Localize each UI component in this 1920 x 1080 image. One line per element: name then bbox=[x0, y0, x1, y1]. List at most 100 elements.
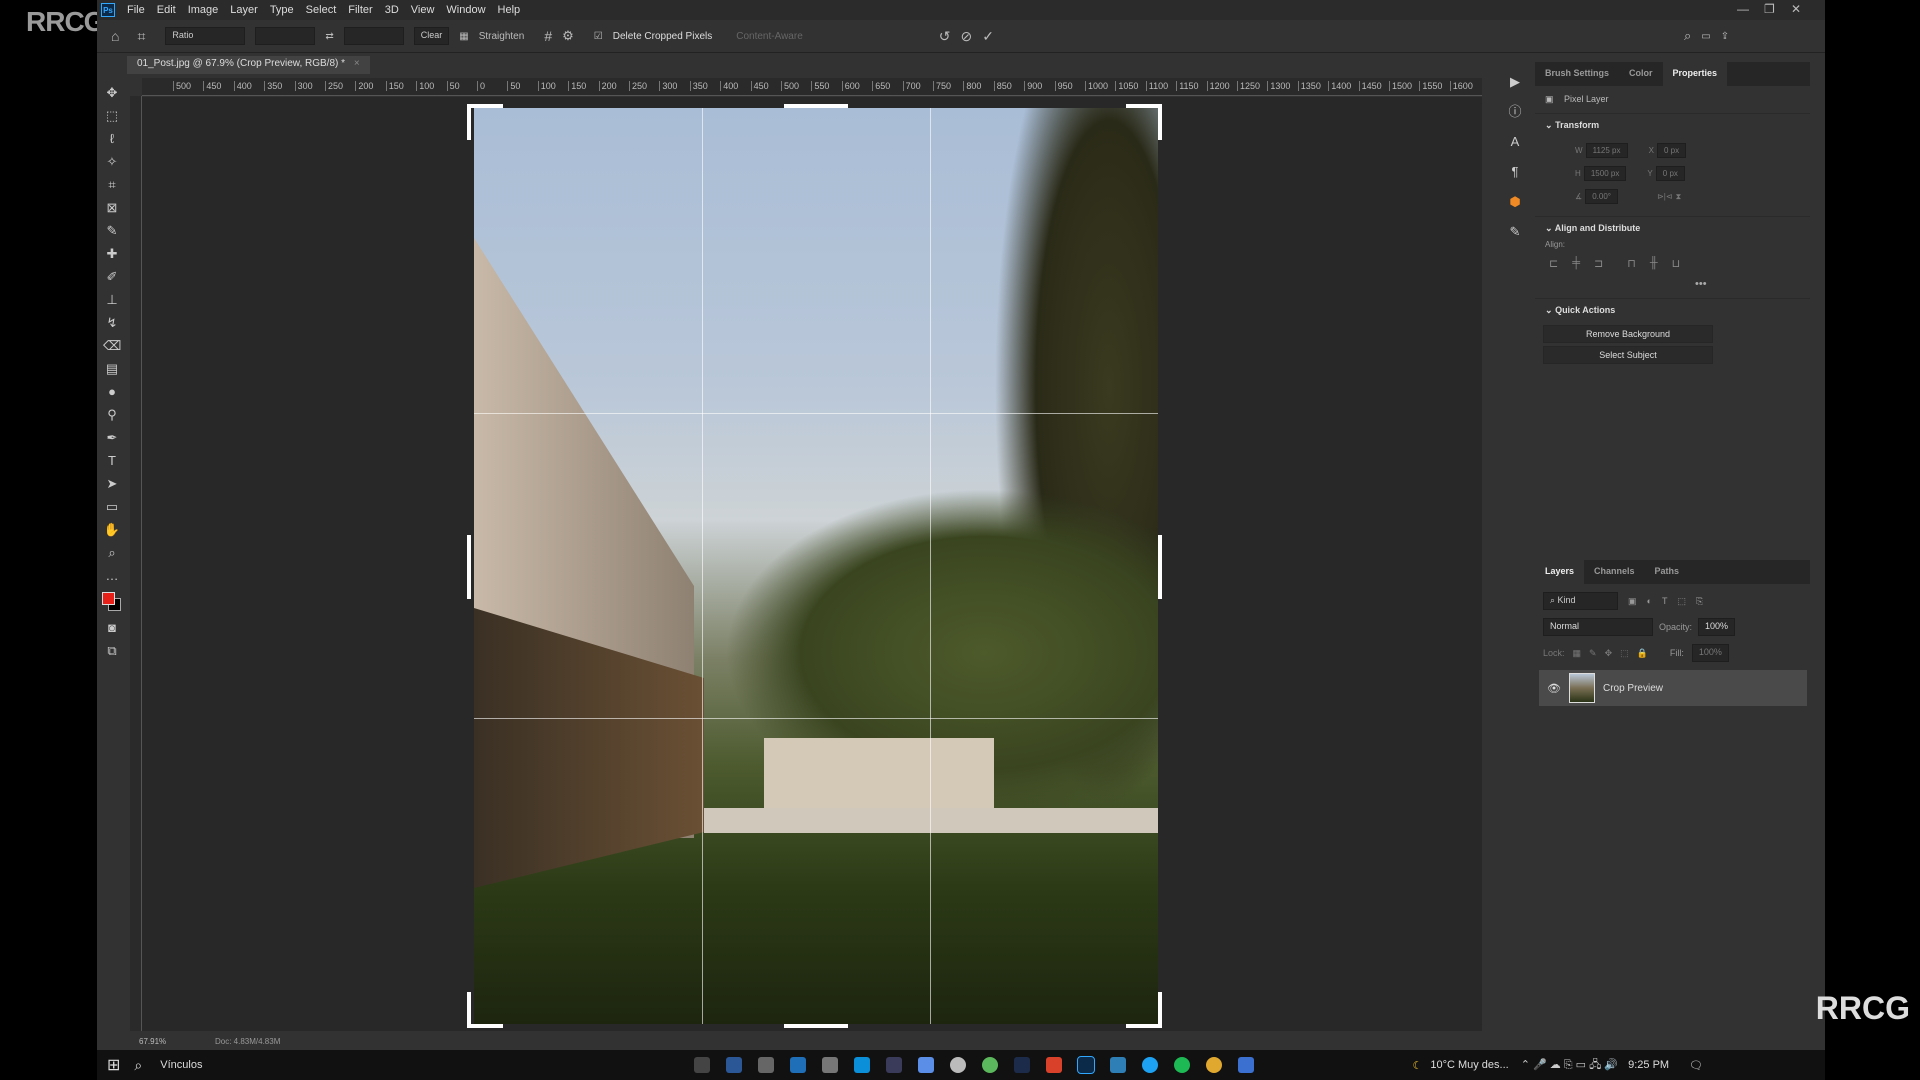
eraser-icon[interactable]: ⌫ bbox=[103, 337, 121, 355]
ratio-select[interactable]: Ratio bbox=[165, 27, 246, 45]
crop-handle-right[interactable] bbox=[1158, 535, 1162, 599]
chrome-icon[interactable] bbox=[1206, 1057, 1223, 1073]
app-icon[interactable] bbox=[1110, 1057, 1127, 1073]
ratio-width-input[interactable] bbox=[255, 27, 316, 45]
quick-mask-icon[interactable]: ◙ bbox=[103, 619, 121, 637]
tab-color[interactable]: Color bbox=[1619, 62, 1663, 86]
tab-layers[interactable]: Layers bbox=[1535, 560, 1585, 584]
path-select-icon[interactable]: ➤ bbox=[103, 475, 121, 493]
crop-tool-icon[interactable]: ⌗ bbox=[137, 28, 145, 45]
crop-handle-bottom[interactable] bbox=[784, 1024, 848, 1028]
chevron-down-icon[interactable]: ⌄ bbox=[1545, 305, 1553, 315]
x-field[interactable]: 0 px bbox=[1656, 143, 1687, 158]
app-icon[interactable] bbox=[1046, 1057, 1063, 1073]
lock-transparent-icon[interactable]: ▦ bbox=[1573, 648, 1582, 659]
crop-handle-top-left[interactable] bbox=[467, 104, 471, 140]
crop-handle-bottom-right[interactable] bbox=[1158, 992, 1162, 1028]
crop-handle-top-right[interactable] bbox=[1158, 104, 1162, 140]
width-field[interactable]: 1125 px bbox=[1585, 143, 1628, 158]
color-swatches[interactable] bbox=[101, 590, 123, 614]
align-top-icon[interactable]: ⊓ bbox=[1627, 257, 1636, 270]
tray-icons[interactable]: ⌃ 🎤 ☁ ⎘ ▭ 🖧 🔊 bbox=[1521, 1056, 1618, 1075]
close-tab-icon[interactable]: × bbox=[354, 58, 360, 69]
frame-tool-icon[interactable]: ⊠ bbox=[103, 199, 121, 217]
straighten-icon[interactable]: ▦ bbox=[459, 31, 468, 42]
blend-mode-select[interactable]: Normal bbox=[1543, 618, 1653, 636]
crop-handle-top[interactable] bbox=[784, 104, 848, 108]
type-tool-icon[interactable]: T bbox=[103, 452, 121, 470]
notifications-icon[interactable]: 🗨 bbox=[1689, 1059, 1703, 1072]
magic-wand-icon[interactable]: ✧ bbox=[103, 153, 121, 171]
filter-type-icon[interactable]: T bbox=[1662, 596, 1668, 606]
select-subject-button[interactable]: Select Subject bbox=[1543, 346, 1713, 364]
tab-brush-settings[interactable]: Brush Settings bbox=[1535, 62, 1619, 86]
crop-handle-top-left[interactable] bbox=[467, 104, 503, 108]
menu-select[interactable]: Select bbox=[306, 4, 337, 16]
stamp-tool-icon[interactable]: ⊥ bbox=[103, 291, 121, 309]
cancel-icon[interactable]: ⊘ bbox=[961, 28, 973, 45]
overlay-grid-icon[interactable]: # bbox=[544, 28, 552, 44]
chevron-down-icon[interactable]: ⌄ bbox=[1545, 223, 1553, 233]
filter-smart-icon[interactable]: ⎘ bbox=[1696, 596, 1703, 607]
filter-pixel-icon[interactable]: ▣ bbox=[1628, 596, 1637, 607]
y-field[interactable]: 0 px bbox=[1655, 166, 1685, 181]
marquee-tool-icon[interactable]: ⬚ bbox=[103, 107, 121, 125]
paragraph-icon[interactable]: ¶ bbox=[1506, 163, 1524, 181]
menu-view[interactable]: View bbox=[411, 4, 435, 16]
app-icon[interactable] bbox=[822, 1057, 839, 1073]
flip-horizontal-icon[interactable]: ⊳|⊲ bbox=[1657, 192, 1672, 201]
more-tools-icon[interactable]: … bbox=[103, 567, 121, 585]
lock-paint-icon[interactable]: ✎ bbox=[1589, 648, 1597, 659]
app-icon[interactable] bbox=[886, 1057, 903, 1073]
brush-presets-icon[interactable]: ✎ bbox=[1506, 223, 1524, 241]
delete-cropped-checkbox[interactable]: ☑ bbox=[594, 31, 603, 42]
ratio-height-input[interactable] bbox=[343, 27, 404, 45]
app-icon[interactable] bbox=[950, 1057, 967, 1073]
clock[interactable]: 9:25 PM bbox=[1628, 1059, 1669, 1071]
crop-preview-image[interactable] bbox=[474, 108, 1158, 1024]
crop-handle-top-right[interactable] bbox=[1126, 104, 1162, 108]
home-icon[interactable]: ⌂ bbox=[111, 28, 119, 44]
app-icon[interactable] bbox=[1238, 1057, 1255, 1073]
gradient-tool-icon[interactable]: ▤ bbox=[103, 360, 121, 378]
reset-icon[interactable]: ↺ bbox=[939, 28, 951, 45]
swap-icon[interactable]: ⇄ bbox=[325, 31, 333, 42]
word-icon[interactable] bbox=[726, 1057, 743, 1073]
weather-text[interactable]: 10°C Muy des... bbox=[1430, 1059, 1508, 1071]
rectangle-tool-icon[interactable]: ▭ bbox=[103, 498, 121, 516]
tab-paths[interactable]: Paths bbox=[1645, 560, 1690, 584]
more-options-button[interactable]: ••• bbox=[1535, 278, 1810, 290]
layer-row[interactable]: 👁 Crop Preview bbox=[1539, 670, 1807, 706]
restore-button[interactable]: ❐ bbox=[1764, 2, 1775, 16]
skype-icon[interactable] bbox=[1142, 1057, 1159, 1073]
mail-icon[interactable] bbox=[790, 1057, 807, 1073]
blur-tool-icon[interactable]: ● bbox=[103, 383, 121, 401]
search-icon[interactable]: ⌕ bbox=[134, 1057, 142, 1074]
lock-artboard-icon[interactable]: ⬚ bbox=[1620, 648, 1629, 659]
menu-type[interactable]: Type bbox=[270, 4, 294, 16]
windows-start-icon[interactable]: ⊞ bbox=[107, 1055, 120, 1075]
menu-help[interactable]: Help bbox=[498, 4, 521, 16]
character-icon[interactable]: A bbox=[1506, 133, 1524, 151]
edge-icon[interactable] bbox=[854, 1057, 871, 1073]
crop-tool-icon[interactable]: ⌗ bbox=[103, 176, 121, 194]
search-icon[interactable]: ⌕ bbox=[1684, 28, 1691, 44]
filter-shape-icon[interactable]: ⬚ bbox=[1677, 596, 1686, 607]
workspace-icon[interactable]: ▭ bbox=[1701, 31, 1710, 42]
crop-handle-left[interactable] bbox=[467, 535, 471, 599]
align-left-icon[interactable]: ⊏ bbox=[1549, 257, 1558, 270]
minimize-button[interactable]: — bbox=[1737, 2, 1749, 16]
menu-filter[interactable]: Filter bbox=[348, 4, 372, 16]
align-right-icon[interactable]: ⊐ bbox=[1594, 257, 1603, 270]
straighten-button[interactable]: Straighten bbox=[479, 31, 525, 42]
share-icon[interactable]: ⇪ bbox=[1721, 31, 1729, 42]
opacity-field[interactable]: 100% bbox=[1698, 618, 1736, 636]
lock-all-icon[interactable]: 🔒 bbox=[1637, 648, 1648, 659]
align-middle-icon[interactable]: ╫ bbox=[1650, 257, 1658, 270]
calculator-icon[interactable] bbox=[758, 1057, 775, 1073]
menu-layer[interactable]: Layer bbox=[230, 4, 258, 16]
lasso-tool-icon[interactable]: ℓ bbox=[103, 130, 121, 148]
file-explorer-icon[interactable] bbox=[662, 1057, 678, 1073]
healing-brush-icon[interactable]: ✚ bbox=[103, 245, 121, 263]
chevron-down-icon[interactable]: ⌄ bbox=[1545, 120, 1553, 130]
